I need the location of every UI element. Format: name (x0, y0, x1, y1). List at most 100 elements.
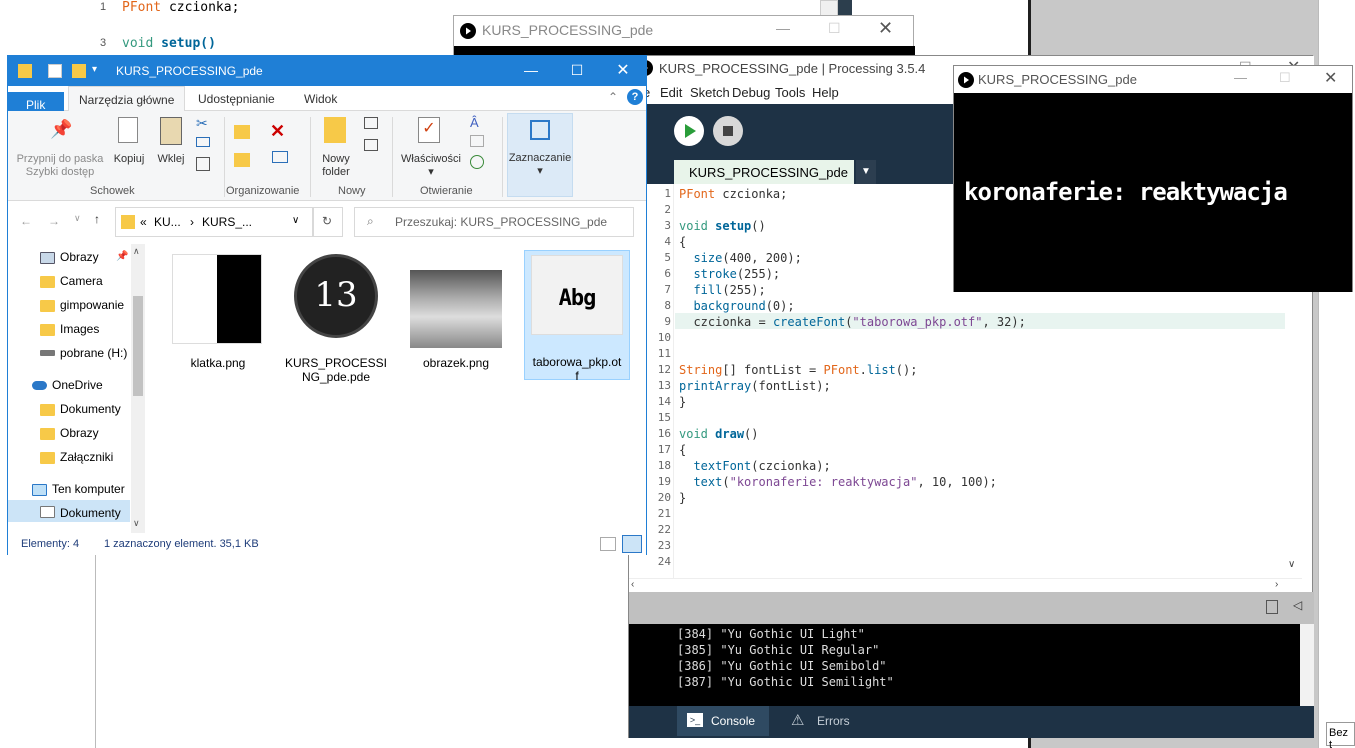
nav-item-pictures-onedrive[interactable]: Obrazy (60, 426, 99, 440)
console-tab[interactable]: >_ Console (677, 706, 769, 736)
ribbon-separator (224, 117, 225, 197)
menu-tools[interactable]: Tools (775, 85, 805, 100)
copy-to-icon[interactable] (234, 153, 250, 167)
properties-icon[interactable] (48, 64, 62, 78)
paste-button[interactable]: Wklej (154, 153, 188, 165)
address-bar[interactable]: « KU... › KURS_... ∨ (115, 207, 313, 237)
move-to-icon[interactable] (234, 125, 250, 139)
recent-icon[interactable]: ∨ (74, 213, 81, 224)
maximize-icon[interactable]: ☐ (554, 56, 600, 86)
search-input[interactable]: ⌕ Przeszukaj: KURS_PROCESSING_pde (354, 207, 634, 237)
console-scrollbar[interactable] (1300, 624, 1314, 706)
copy-button[interactable]: Kopiuj (110, 153, 148, 165)
run-button[interactable] (674, 116, 704, 146)
minimize-icon[interactable]: — (508, 56, 554, 86)
file-item-pde[interactable]: 13 KURS_PROCESSI NG_pde.pde (284, 252, 388, 384)
close-icon[interactable]: ✕ (600, 56, 646, 86)
maximize-icon[interactable]: ☐ (1279, 70, 1291, 86)
console-divider[interactable]: ◁ (629, 592, 1314, 624)
pictures-icon (40, 252, 55, 264)
minimize-icon[interactable]: — (776, 20, 790, 36)
nav-scroll-thumb[interactable] (133, 296, 143, 396)
maximize-icon[interactable]: ☐ (828, 20, 841, 37)
select-button[interactable]: Zaznaczanie ▾ (507, 113, 573, 197)
errors-tab[interactable]: ⚠ Errors (779, 706, 871, 736)
new-item-icon[interactable] (364, 117, 378, 129)
nav-item-camera[interactable]: Camera (60, 274, 103, 288)
collapse-ribbon-icon[interactable]: ⌃ (608, 90, 618, 104)
clipboard-icon[interactable] (1266, 600, 1278, 614)
nav-item-documents[interactable]: Dokumenty (60, 402, 121, 416)
menu-help[interactable]: Help (812, 85, 839, 100)
paste-icon (160, 117, 182, 145)
customize-toolbar-icon[interactable]: ▾ (92, 64, 97, 75)
scroll-down-icon[interactable]: ∨ (133, 518, 140, 529)
nav-item-drive-h[interactable]: pobrane (H:) (60, 346, 127, 360)
open-icon[interactable]: Â (470, 115, 479, 130)
nav-item-documents-pc[interactable]: Dokumenty (60, 506, 121, 520)
tab-view[interactable]: Widok (304, 92, 337, 106)
tab-home[interactable]: Narzędzia główne (68, 86, 186, 111)
forward-icon[interactable]: → (48, 214, 60, 228)
refresh-button[interactable]: ↻ (313, 207, 343, 237)
details-view-icon[interactable] (600, 537, 616, 551)
nav-item-onedrive[interactable]: OneDrive (52, 378, 103, 392)
address-crumb[interactable]: KURS_... (202, 215, 252, 229)
back-icon[interactable]: ← (20, 214, 32, 228)
edit-icon[interactable] (470, 135, 484, 147)
address-sep[interactable]: › (190, 215, 194, 229)
address-overflow[interactable]: « (140, 215, 147, 229)
folder-icon (40, 276, 55, 288)
menu-debug[interactable]: Debug (732, 85, 770, 100)
file-item-klatka[interactable]: klatka.png (166, 252, 270, 382)
nav-item-pictures[interactable]: Obrazy (60, 250, 99, 264)
stop-button[interactable] (713, 116, 743, 146)
line-number: 8 (664, 299, 671, 312)
sketch-canvas: koronaferie: reaktywacja (954, 93, 1352, 292)
file-name: obrazek.png (422, 356, 490, 370)
close-icon[interactable]: ✕ (1324, 68, 1337, 88)
editor-horizontal-scrollbar[interactable]: ‹ › (629, 578, 1302, 592)
copy-path-icon[interactable] (196, 137, 210, 147)
nav-item-this-pc[interactable]: Ten komputer (52, 482, 125, 496)
menu-sketch[interactable]: Sketch (690, 85, 730, 100)
scroll-right-icon[interactable]: › (1275, 579, 1278, 590)
file-item-taborowa[interactable]: Abg taborowa_pkp.ot f (524, 250, 630, 383)
scroll-left-icon[interactable]: ‹ (631, 579, 634, 590)
scroll-down-icon[interactable]: ∨ (1288, 559, 1295, 570)
properties-button[interactable]: Właściwości ▾ (396, 153, 466, 178)
new-folder-button[interactable]: Nowy folder (314, 153, 358, 179)
delete-icon[interactable]: ✕ (270, 121, 285, 142)
sketch-window-back[interactable]: KURS_PROCESSING_pde — ☐ ✕ (453, 15, 915, 56)
history-icon[interactable] (470, 155, 484, 169)
large-icons-view-icon[interactable] (622, 535, 642, 553)
nav-item-attachments[interactable]: Załączniki (60, 450, 113, 464)
easy-access-icon[interactable] (364, 139, 378, 151)
collapse-console-icon[interactable]: ◁ (1293, 598, 1302, 612)
address-crumb[interactable]: KU... (154, 215, 181, 229)
nav-item-images[interactable]: Images (60, 322, 99, 336)
bg-scrollbar-up[interactable] (820, 0, 838, 16)
nav-item-gimpowanie[interactable]: gimpowanie (60, 298, 124, 312)
pin-icon[interactable]: 📌 (116, 251, 128, 262)
tab-share[interactable]: Udostępnianie (198, 92, 275, 106)
paste-shortcut-icon[interactable] (196, 157, 210, 171)
minimize-icon[interactable]: — (1234, 70, 1247, 85)
close-icon[interactable]: ✕ (878, 18, 893, 39)
help-icon[interactable]: ? (627, 89, 643, 105)
item-count: Elementy: 4 (21, 538, 80, 550)
scroll-up-icon[interactable]: ∧ (133, 246, 140, 257)
file-item-obrazek[interactable]: obrazek.png (404, 252, 508, 382)
pin-quick-access-button[interactable]: Przypnij do paska Szybki dostęp (14, 153, 106, 179)
sketch-tab[interactable]: KURS_PROCESSING_pde (674, 160, 854, 184)
cut-icon[interactable]: ✂ (196, 115, 208, 132)
address-dropdown-icon[interactable]: ∨ (292, 215, 299, 226)
line-number: 6 (664, 267, 671, 280)
up-icon[interactable]: ↑ (94, 212, 100, 226)
navigation-pane: Obrazy 📌 Camera gimpowanie Images pobran… (8, 244, 148, 534)
rename-icon[interactable] (272, 151, 288, 163)
new-folder-icon[interactable] (72, 64, 86, 78)
console-line: [384] "Yu Gothic UI Light" (677, 627, 865, 641)
menu-edit[interactable]: Edit (660, 85, 682, 100)
tab-menu-arrow-icon[interactable]: ▼ (856, 160, 876, 184)
